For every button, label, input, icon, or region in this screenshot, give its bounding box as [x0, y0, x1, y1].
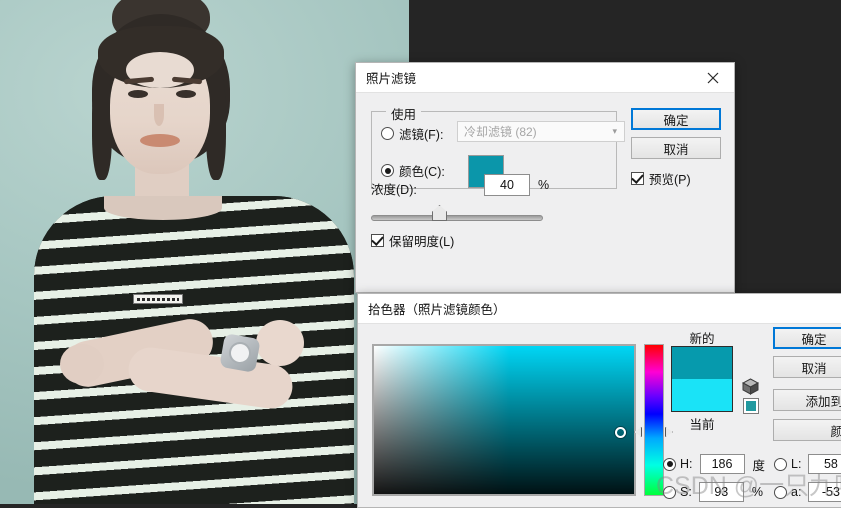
hue-strip[interactable] — [644, 344, 664, 496]
new-current-color-preview[interactable] — [671, 346, 733, 412]
preserve-luminosity-checkbox[interactable] — [371, 234, 384, 247]
filter-preset-dropdown[interactable]: 冷却滤镜 (82) ▾ — [457, 121, 625, 142]
color-field-cursor[interactable] — [615, 427, 626, 438]
color-radio-label: 颜色(C): — [399, 165, 445, 179]
filter-radio-row[interactable]: 滤镜(F): — [381, 124, 443, 143]
photo-garment-tag — [133, 294, 183, 304]
color-radio[interactable] — [381, 164, 394, 177]
field-row-h[interactable]: H: 186 度 — [663, 454, 765, 474]
color-picker-titlebar[interactable]: 拾色器（照片滤镜颜色） — [358, 294, 841, 324]
photo-wristwatch — [219, 333, 261, 373]
density-label: 浓度(D): — [371, 183, 417, 197]
color-radio-row[interactable]: 颜色(C): — [381, 161, 445, 180]
color-picker-ok-button[interactable]: 确定 — [773, 327, 841, 349]
radio-l[interactable] — [774, 457, 787, 471]
filter-radio[interactable] — [381, 127, 394, 140]
photo-filter-cancel-button[interactable]: 取消 — [631, 137, 721, 159]
current-color-swatch[interactable] — [672, 379, 732, 411]
photo-lips — [140, 134, 180, 147]
value-h: 186 — [711, 457, 733, 471]
label-a: a: — [791, 485, 802, 499]
color-picker-cancel-button[interactable]: 取消 — [773, 356, 841, 378]
use-group-label: 使用 — [386, 104, 422, 123]
value-s: 93 — [714, 485, 729, 499]
new-color-caption: 新的 — [689, 332, 715, 346]
chevron-down-icon: ▾ — [612, 126, 617, 136]
photo-collar — [104, 196, 222, 220]
saturation-value-field[interactable] — [372, 344, 636, 496]
unit-h: 度 — [752, 458, 766, 473]
photo-filter-title: 照片滤镜 — [366, 72, 417, 86]
input-l[interactable]: 58 — [808, 454, 841, 474]
label-h: H: — [680, 457, 693, 471]
field-row-l[interactable]: L: 58 — [774, 454, 841, 474]
radio-h[interactable] — [663, 457, 676, 471]
field-row-a[interactable]: a: -53 — [774, 482, 841, 502]
color-libraries-button[interactable]: 颜色库 — [773, 419, 841, 441]
preview-row[interactable]: 预览(P) — [631, 169, 691, 188]
photo-eye-left — [128, 90, 148, 98]
photo-filter-titlebar[interactable]: 照片滤镜 — [356, 63, 734, 93]
photo-hair-side-left — [92, 70, 112, 180]
saturation-value-gradient — [374, 346, 634, 494]
image-canvas-photo[interactable] — [0, 0, 409, 504]
photo-nose — [154, 104, 164, 126]
photo-filter-ok-button[interactable]: 确定 — [631, 108, 721, 130]
preview-label: 预览(P) — [649, 173, 691, 187]
photo-hand-left — [60, 344, 104, 384]
web-safe-color-swatch[interactable] — [743, 398, 759, 414]
density-slider-thumb[interactable] — [432, 205, 447, 221]
preserve-luminosity-row[interactable]: 保留明度(L) — [371, 231, 454, 250]
color-picker-title: 拾色器（照片滤镜颜色） — [368, 303, 506, 317]
add-to-swatches-button[interactable]: 添加到色板 — [773, 389, 841, 411]
density-value: 40 — [500, 178, 514, 192]
out-of-gamut-cube-icon[interactable] — [741, 378, 760, 395]
close-icon[interactable] — [692, 63, 734, 92]
photo-hand-right — [256, 320, 304, 366]
density-slider-track[interactable] — [371, 215, 543, 221]
density-input[interactable]: 40 — [484, 174, 530, 196]
photo-eye-right — [176, 90, 196, 98]
photo-filter-dialog: 照片滤镜 使用 滤镜(F): 冷却滤镜 (82) ▾ 颜色(C): 浓度(D):… — [355, 62, 735, 293]
input-h[interactable]: 186 — [699, 454, 745, 474]
current-color-caption: 当前 — [689, 418, 715, 432]
radio-s[interactable] — [663, 485, 676, 499]
input-a[interactable]: -53 — [808, 482, 841, 502]
label-l: L: — [791, 457, 802, 471]
unit-s: % — [751, 485, 763, 499]
radio-a[interactable] — [774, 485, 787, 499]
density-unit: % — [538, 178, 550, 192]
filter-radio-label: 滤镜(F): — [399, 128, 444, 142]
photo-fringe — [98, 26, 224, 88]
color-picker-dialog: 拾色器（照片滤镜颜色） 新的 当前 H: 186 度 S: 93 % L: 58… — [357, 293, 841, 508]
value-l: 58 — [823, 457, 838, 471]
field-row-s[interactable]: S: 93 % — [663, 482, 763, 502]
label-s: S: — [680, 485, 692, 499]
filter-preset-value: 冷却滤镜 (82) — [464, 125, 537, 139]
new-color-swatch[interactable] — [672, 347, 732, 379]
preserve-luminosity-label: 保留明度(L) — [389, 235, 455, 249]
input-s[interactable]: 93 — [698, 482, 744, 502]
value-a: -53 — [821, 485, 840, 499]
preview-checkbox[interactable] — [631, 172, 644, 185]
